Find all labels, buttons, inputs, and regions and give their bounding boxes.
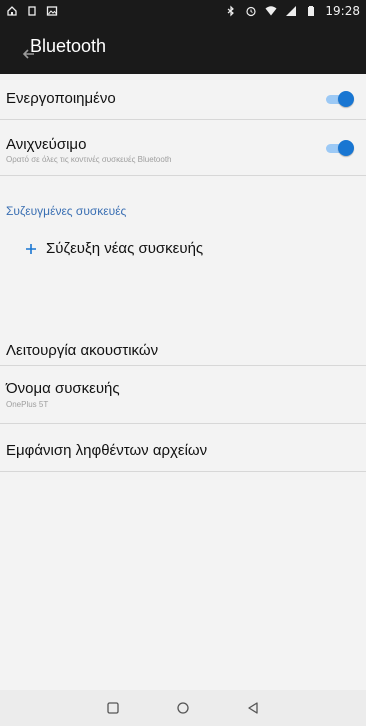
bluetooth-enabled-toggle[interactable]	[326, 91, 354, 107]
bluetooth-settings-screen: 19:28 Bluetooth Ενεργοποιημένο Ανιχνεύσι…	[0, 0, 366, 726]
home-circle-icon	[177, 702, 189, 714]
home-button[interactable]	[148, 690, 218, 726]
page-title: Bluetooth	[30, 36, 107, 56]
settings-list: Ενεργοποιημένο Ανιχνεύσιμο Ορατό σε όλες…	[0, 74, 366, 472]
discoverable-row[interactable]: Ανιχνεύσιμο Ορατό σε όλες τις κοντινές σ…	[0, 120, 366, 176]
back-button[interactable]	[218, 690, 288, 726]
home-icon	[6, 5, 18, 17]
headset-mode-label: Λειτουργία ακουστικών	[6, 342, 159, 359]
wifi-icon	[265, 5, 277, 17]
paired-devices-section: Συζευγμένες συσκευές Σύζευξη νέας συσκευ…	[0, 176, 366, 324]
device-name-value: OnePlus 5T	[6, 400, 49, 409]
status-bar: 19:28	[0, 0, 366, 22]
signal-icon	[285, 5, 297, 17]
toggle-knob	[338, 91, 354, 107]
toggle-knob	[338, 140, 354, 156]
device-name-row[interactable]: Όνομα συσκευής OnePlus 5T	[0, 366, 366, 424]
alarm-icon	[245, 5, 257, 17]
status-time: 19:28	[325, 4, 360, 18]
gallery-icon	[46, 5, 58, 17]
app-bar: Bluetooth	[0, 22, 366, 74]
recents-button[interactable]	[78, 690, 148, 726]
paired-devices-header: Συζευγμένες συσκευές	[6, 204, 127, 218]
status-bar-system: 19:28	[225, 4, 360, 18]
bluetooth-enabled-label: Ενεργοποιημένο	[6, 90, 116, 107]
back-triangle-icon	[248, 702, 258, 714]
received-files-label: Εμφάνιση ληφθέντων αρχείων	[6, 442, 208, 459]
bluetooth-icon	[225, 5, 237, 17]
sim-icon	[26, 5, 38, 17]
pair-new-device-label: Σύζευξη νέας συσκευής	[46, 240, 204, 257]
received-files-row[interactable]: Εμφάνιση ληφθέντων αρχείων	[0, 424, 366, 472]
device-name-label: Όνομα συσκευής	[6, 380, 120, 397]
plus-icon	[24, 242, 38, 256]
pair-new-device-button[interactable]: Σύζευξη νέας συσκευής	[24, 240, 203, 257]
headset-mode-row[interactable]: Λειτουργία ακουστικών	[0, 324, 366, 366]
recents-icon	[107, 702, 119, 714]
battery-icon	[305, 5, 317, 17]
discoverable-toggle[interactable]	[326, 140, 354, 156]
discoverable-subtitle: Ορατό σε όλες τις κοντινές συσκευές Blue…	[6, 155, 172, 164]
status-bar-notifications	[6, 5, 58, 17]
discoverable-label: Ανιχνεύσιμο	[6, 136, 87, 153]
navigation-bar	[0, 690, 366, 726]
bluetooth-enabled-row[interactable]: Ενεργοποιημένο	[0, 74, 366, 120]
